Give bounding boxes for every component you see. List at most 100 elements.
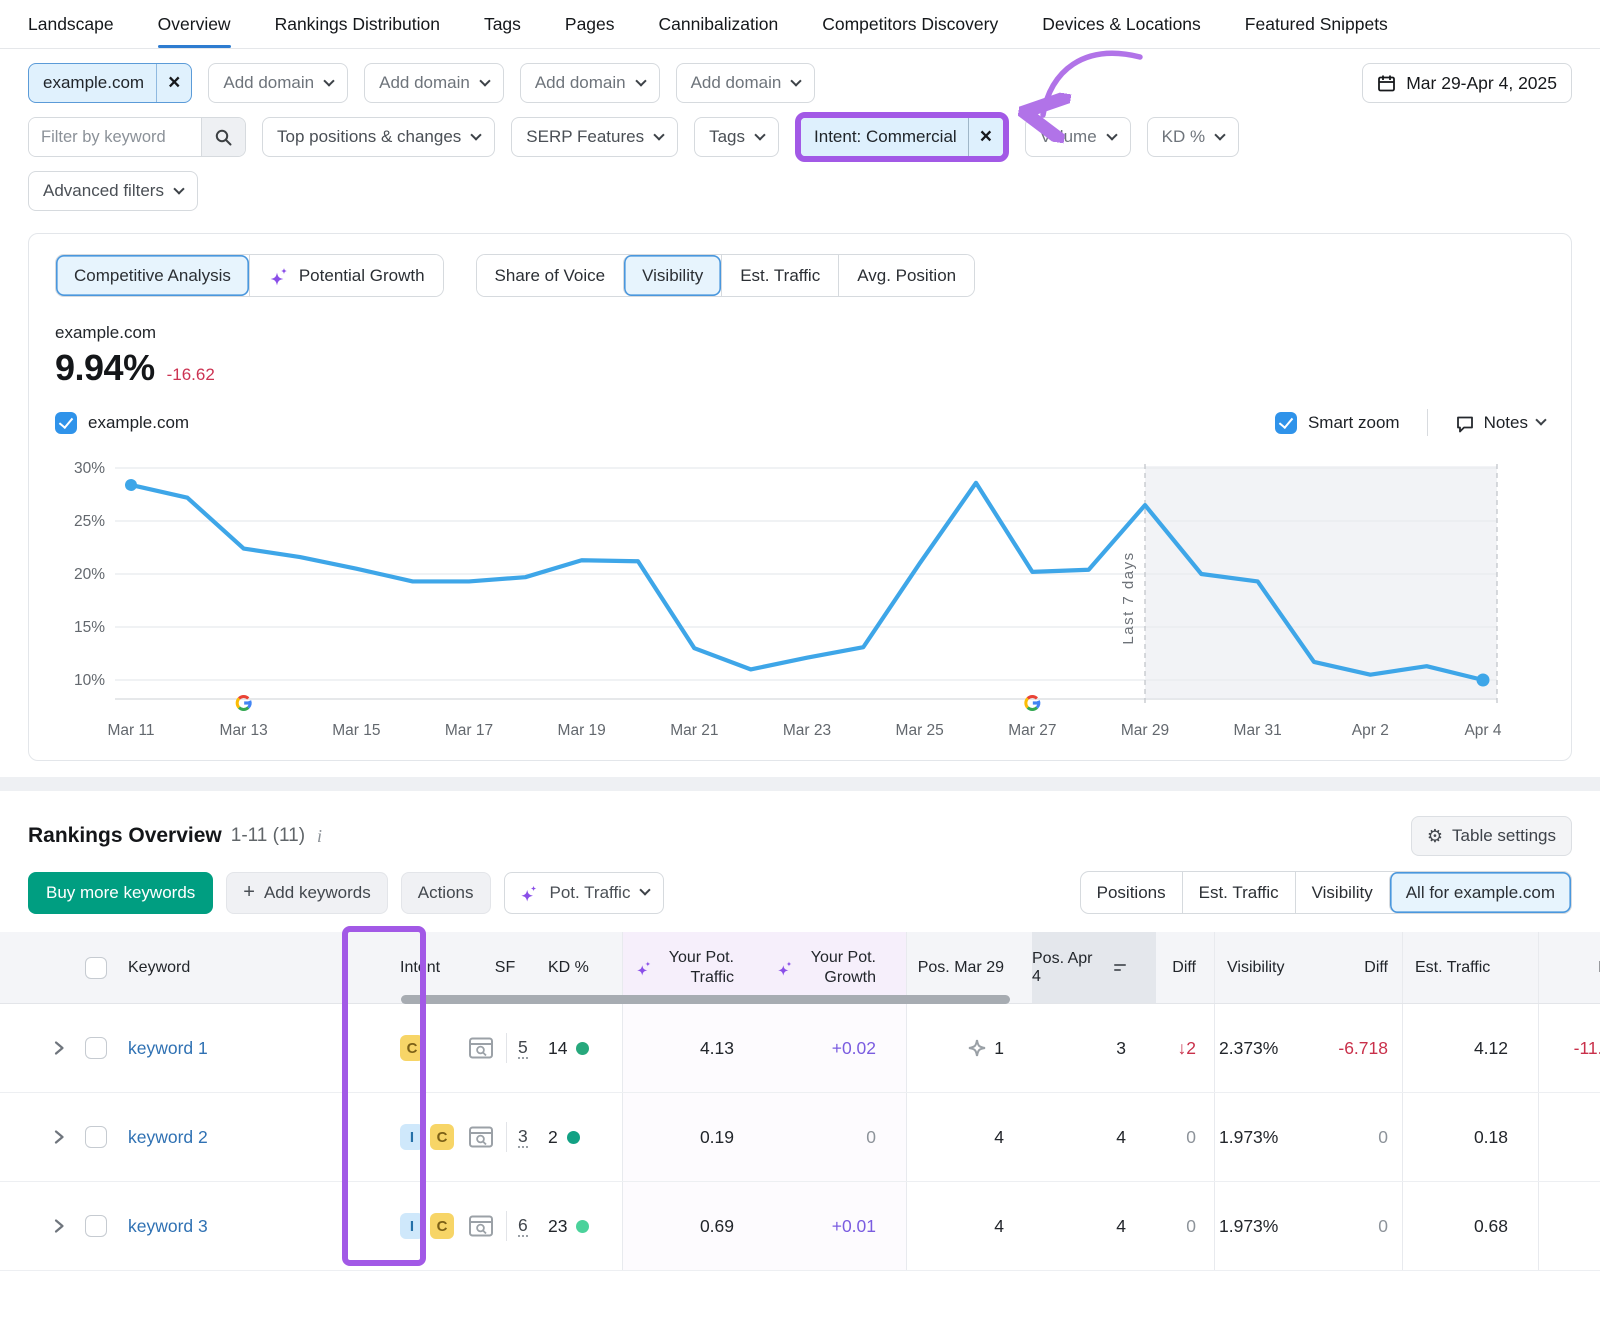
date-range-label: Mar 29-Apr 4, 2025	[1406, 73, 1557, 94]
tab-share-of-voice[interactable]: Share of Voice	[477, 255, 624, 296]
kd-dropdown[interactable]: KD %	[1147, 117, 1239, 157]
tab-est-traffic[interactable]: Est. Traffic	[721, 255, 838, 296]
col-vis-diff[interactable]: Diff	[1318, 932, 1402, 1003]
date-range-picker[interactable]: Mar 29-Apr 4, 2025	[1362, 63, 1572, 103]
pot-traffic-dropdown[interactable]: Pot. Traffic	[504, 872, 665, 914]
col-diff[interactable]: Diff	[1156, 932, 1214, 1003]
domain-chip[interactable]: example.com ×	[28, 63, 192, 103]
chevron-down-icon	[471, 129, 482, 140]
keyword-filter-input[interactable]	[29, 118, 201, 156]
view-est-traffic[interactable]: Est. Traffic	[1182, 872, 1295, 913]
nav-landscape[interactable]: Landscape	[28, 1, 114, 48]
serp-preview-icon[interactable]	[468, 1214, 495, 1239]
diff-value: ↓2	[1178, 1038, 1196, 1059]
tags-dropdown[interactable]: Tags	[694, 117, 779, 157]
pot-growth-value: +0.01	[832, 1216, 876, 1237]
intent-badge-informational: I	[400, 1124, 424, 1150]
domains-row: example.com × Add domain Add domain Add …	[28, 63, 1572, 103]
search-button[interactable]	[201, 118, 245, 156]
sf-count-link[interactable]: 5	[518, 1037, 528, 1059]
nav-competitors-discovery[interactable]: Competitors Discovery	[822, 1, 998, 48]
table-view-tabs: Positions Est. Traffic Visibility All fo…	[1080, 871, 1572, 914]
sf-count-link[interactable]: 6	[518, 1215, 528, 1237]
visibility-metric: example.com 9.94% -16.62	[55, 323, 1545, 389]
tab-avg-position[interactable]: Avg. Position	[838, 255, 974, 296]
nav-devices-locations[interactable]: Devices & Locations	[1042, 1, 1201, 48]
visibility-line-chart[interactable]: 30%25%20%15%10%Last 7 daysMar 11Mar 13Ma…	[55, 448, 1545, 750]
add-keywords-button[interactable]: + Add keywords	[226, 872, 387, 914]
add-domain-dropdown-4[interactable]: Add domain	[676, 63, 816, 103]
col-your-pot-growth[interactable]: Your Pot. Growth	[764, 932, 906, 1003]
col-sf[interactable]: SF	[464, 932, 546, 1003]
kd-level-dot	[576, 1042, 589, 1055]
est-traffic-value: 0.68	[1474, 1216, 1508, 1237]
select-all-checkbox[interactable]	[76, 932, 116, 1003]
table-row: keyword 2 I C 3 2 0.19 0 4	[0, 1093, 1600, 1182]
legend-checkbox[interactable]	[55, 412, 77, 434]
view-visibility[interactable]: Visibility	[1295, 872, 1389, 913]
svg-text:Mar 23: Mar 23	[783, 722, 831, 739]
visibility-value: 1.973%	[1219, 1216, 1278, 1237]
col-visibility[interactable]: Visibility	[1214, 932, 1318, 1003]
nav-featured-snippets[interactable]: Featured Snippets	[1245, 1, 1388, 48]
row-checkbox[interactable]	[85, 1126, 107, 1148]
chevron-down-icon	[173, 183, 184, 194]
col-est-diff[interactable]: Diff	[1538, 932, 1600, 1003]
keyword-link[interactable]: keyword 2	[128, 1127, 208, 1148]
tab-potential-growth[interactable]: Potential Growth	[249, 255, 443, 296]
diff-value: 0	[1186, 1216, 1196, 1237]
row-checkbox[interactable]	[85, 1037, 107, 1059]
view-all-for-domain[interactable]: All for example.com	[1389, 872, 1571, 913]
keyword-link[interactable]: keyword 1	[128, 1038, 208, 1059]
rankings-title: Rankings Overview	[28, 824, 222, 848]
advanced-filters-dropdown[interactable]: Advanced filters	[28, 171, 198, 211]
row-checkbox[interactable]	[85, 1215, 107, 1237]
serp-preview-icon[interactable]	[468, 1125, 495, 1150]
col-keyword[interactable]: Keyword	[116, 932, 386, 1003]
col-intent[interactable]: Intent	[386, 932, 464, 1003]
chevron-down-icon	[653, 129, 664, 140]
volume-dropdown[interactable]: Volume	[1025, 117, 1131, 157]
col-pos-apr-4[interactable]: Pos. Apr 4	[1032, 932, 1156, 1003]
nav-rankings-distribution[interactable]: Rankings Distribution	[275, 1, 440, 48]
est-diff-value: -11.66	[1574, 1038, 1600, 1059]
info-icon[interactable]: i	[317, 826, 322, 847]
smart-zoom-checkbox[interactable]	[1275, 412, 1297, 434]
add-domain-dropdown-3[interactable]: Add domain	[520, 63, 660, 103]
top-positions-dropdown[interactable]: Top positions & changes	[262, 117, 495, 157]
calendar-icon	[1377, 74, 1396, 93]
serp-features-dropdown[interactable]: SERP Features	[511, 117, 678, 157]
expand-row-button[interactable]	[0, 1182, 76, 1270]
table-settings-button[interactable]: ⚙ Table settings	[1411, 816, 1572, 856]
intent-filter-chip[interactable]: Intent: Commercial ×	[801, 118, 1003, 156]
vis-diff-value: -6.718	[1338, 1038, 1388, 1059]
nav-overview[interactable]: Overview	[158, 1, 231, 48]
remove-intent-filter-icon[interactable]: ×	[969, 125, 1003, 149]
kd-value: 2	[548, 1127, 558, 1148]
notes-button[interactable]: Notes	[1455, 413, 1545, 433]
remove-domain-icon[interactable]: ×	[157, 71, 191, 95]
view-positions[interactable]: Positions	[1081, 872, 1182, 913]
nav-cannibalization[interactable]: Cannibalization	[659, 1, 779, 48]
add-domain-dropdown-2[interactable]: Add domain	[364, 63, 504, 103]
nav-tags[interactable]: Tags	[484, 1, 521, 48]
sf-count-link[interactable]: 3	[518, 1126, 528, 1148]
buy-more-keywords-button[interactable]: Buy more keywords	[28, 872, 213, 914]
serp-preview-icon[interactable]	[468, 1036, 495, 1061]
actions-button[interactable]: Actions	[401, 872, 491, 914]
tab-visibility[interactable]: Visibility	[623, 255, 721, 296]
svg-text:20%: 20%	[74, 566, 105, 583]
expand-row-button[interactable]	[0, 1004, 76, 1092]
tab-competitive-analysis[interactable]: Competitive Analysis	[56, 255, 249, 296]
col-est-traffic[interactable]: Est. Traffic	[1402, 932, 1538, 1003]
add-domain-dropdown-1[interactable]: Add domain	[208, 63, 348, 103]
horizontal-scrollbar[interactable]	[401, 995, 1010, 1004]
svg-text:10%: 10%	[74, 672, 105, 689]
divider	[506, 1033, 507, 1063]
keyword-link[interactable]: keyword 3	[128, 1216, 208, 1237]
col-kd[interactable]: KD %	[546, 932, 622, 1003]
col-your-pot-traffic[interactable]: Your Pot. Traffic	[622, 932, 764, 1003]
nav-pages[interactable]: Pages	[565, 1, 615, 48]
expand-row-button[interactable]	[0, 1093, 76, 1181]
col-pos-mar-29[interactable]: Pos. Mar 29	[906, 932, 1032, 1003]
